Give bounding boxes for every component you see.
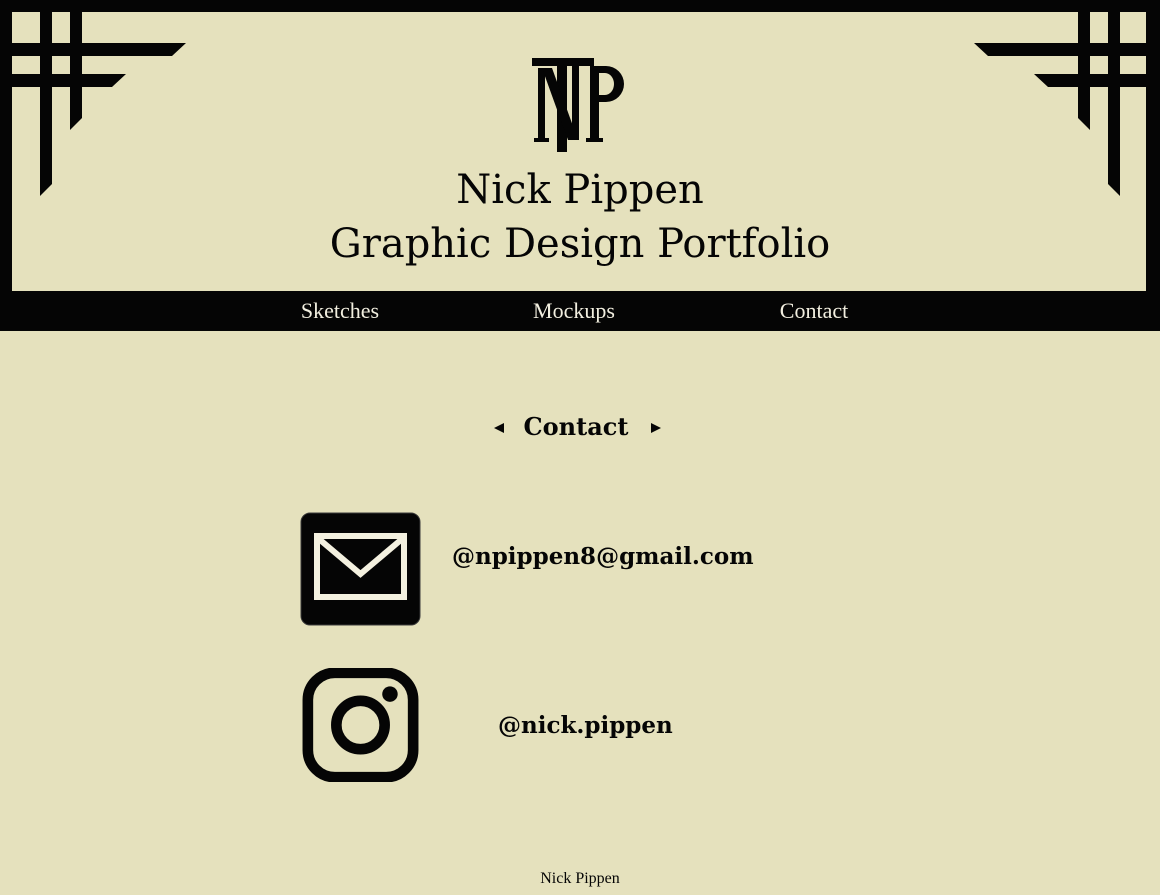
nav-item-mockups[interactable]: Mockups (533, 291, 615, 331)
site-header: Nick Pippen Graphic Design Portfolio (0, 0, 1160, 331)
site-title: Nick Pippen (456, 167, 704, 213)
nav-item-sketches[interactable]: Sketches (301, 291, 379, 331)
ntp-monogram-logo (532, 58, 624, 152)
footer-text: Nick Pippen (540, 870, 620, 887)
footer: Nick Pippen (0, 868, 1160, 890)
section-title: Contact (523, 412, 629, 441)
triangle-left-icon[interactable] (490, 420, 510, 440)
instagram-link[interactable]: @nick.pippen (498, 711, 673, 741)
main-nav: Sketches Mockups Contact (0, 291, 1160, 331)
envelope-icon[interactable] (300, 512, 421, 626)
portfolio-page: Nick Pippen Graphic Design Portfolio Ske… (0, 0, 1160, 895)
nav-item-contact[interactable]: Contact (780, 291, 848, 331)
section-header: Contact (0, 408, 1160, 448)
triangle-right-icon[interactable] (646, 420, 666, 440)
instagram-icon[interactable] (300, 668, 421, 782)
site-subtitle: Graphic Design Portfolio (329, 221, 831, 267)
email-link[interactable]: @npippen8@gmail.com (452, 542, 754, 572)
